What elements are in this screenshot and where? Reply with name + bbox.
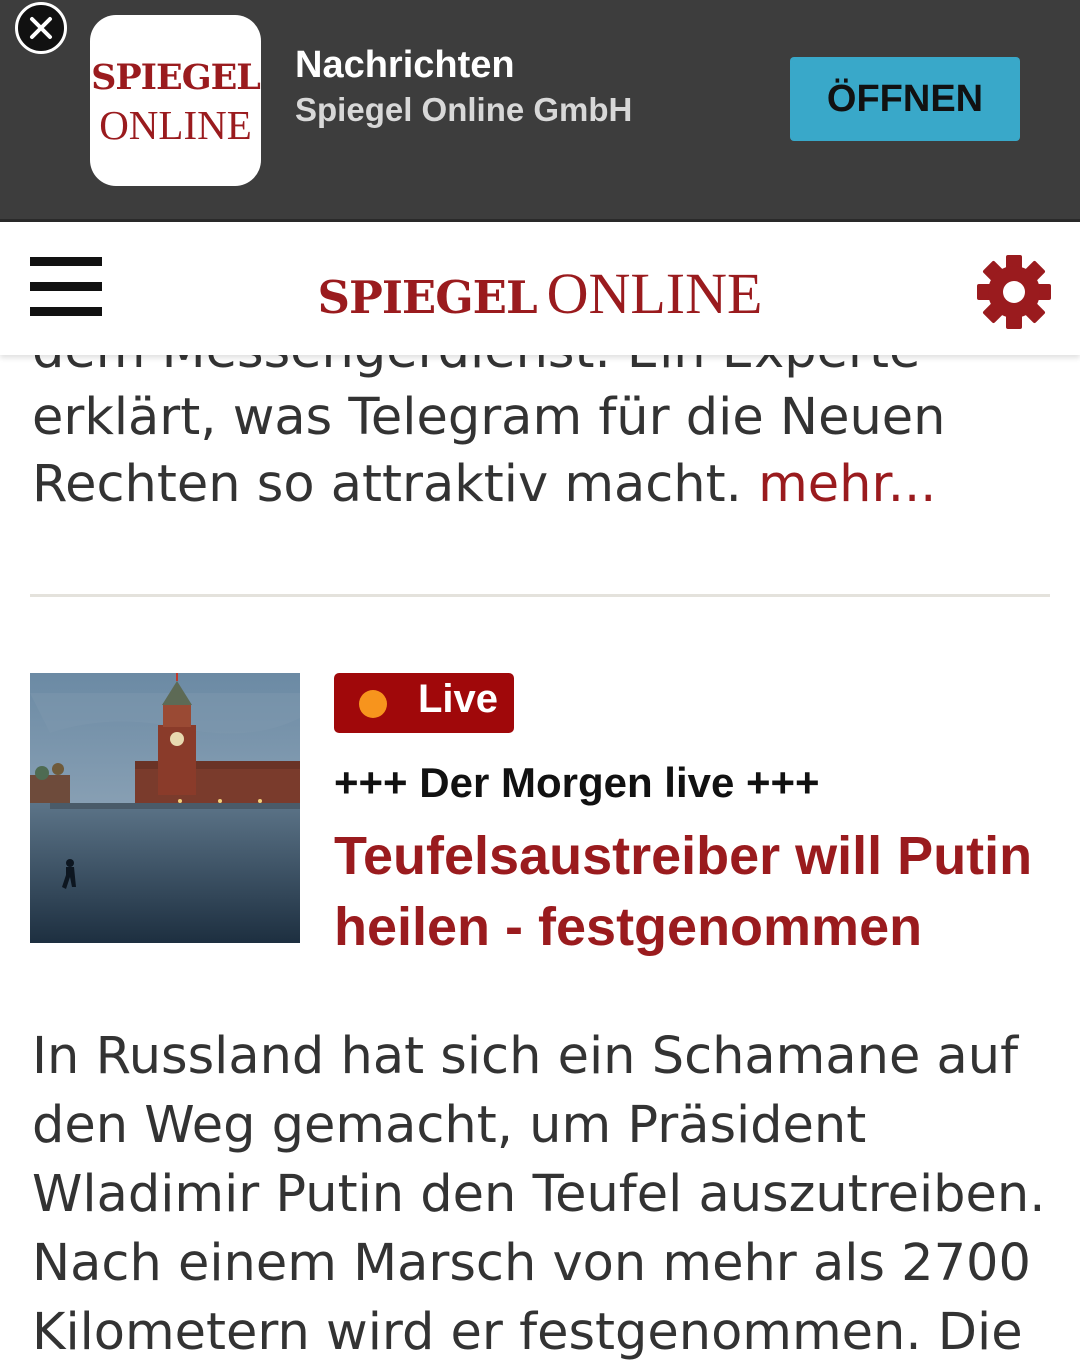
app-install-banner: SPIEGEL ONLINE Nachrichten Spiegel Onlin… xyxy=(0,0,1080,220)
close-banner-button[interactable] xyxy=(15,2,67,54)
article-list: dem Messengerdienst. Ein Experte erklärt… xyxy=(0,355,1080,1360)
app-icon-logo-line1: SPIEGEL xyxy=(91,57,261,98)
red-square-photo xyxy=(30,673,300,943)
article-teaser[interactable]: In Russland hat sich ein Schamane auf de… xyxy=(32,1022,1062,1360)
live-badge: Live xyxy=(334,673,514,733)
site-header: SPIEGEL ONLINE xyxy=(0,222,1080,355)
app-publisher: Spiegel Online GmbH xyxy=(295,91,633,128)
previous-article-teaser: dem Messengerdienst. Ein Experte erklärt… xyxy=(32,355,1052,518)
gear-icon[interactable] xyxy=(976,254,1052,330)
app-icon-logo-line2: ONLINE xyxy=(99,102,252,148)
article-kicker[interactable]: +++ Der Morgen live +++ xyxy=(334,759,820,807)
live-indicator-icon xyxy=(359,690,387,718)
read-more-link[interactable]: mehr... xyxy=(758,455,936,514)
article-thumbnail[interactable] xyxy=(30,673,300,943)
site-logo-spiegel: SPIEGEL xyxy=(317,271,538,324)
previous-teaser-line1: dem Messengerdienst. Ein Experte xyxy=(32,355,920,380)
site-logo-online: ONLINE xyxy=(546,261,763,326)
article-divider xyxy=(30,594,1050,597)
app-icon: SPIEGEL ONLINE xyxy=(90,15,261,186)
open-app-button[interactable]: ÖFFNEN xyxy=(790,57,1020,141)
live-badge-label: Live xyxy=(418,677,499,721)
app-name: Nachrichten xyxy=(295,44,515,86)
article-headline[interactable]: Teufelsaustreiber will Putin heilen - fe… xyxy=(334,821,1074,963)
site-logo[interactable]: SPIEGEL ONLINE xyxy=(0,260,1080,327)
close-icon xyxy=(30,17,52,39)
